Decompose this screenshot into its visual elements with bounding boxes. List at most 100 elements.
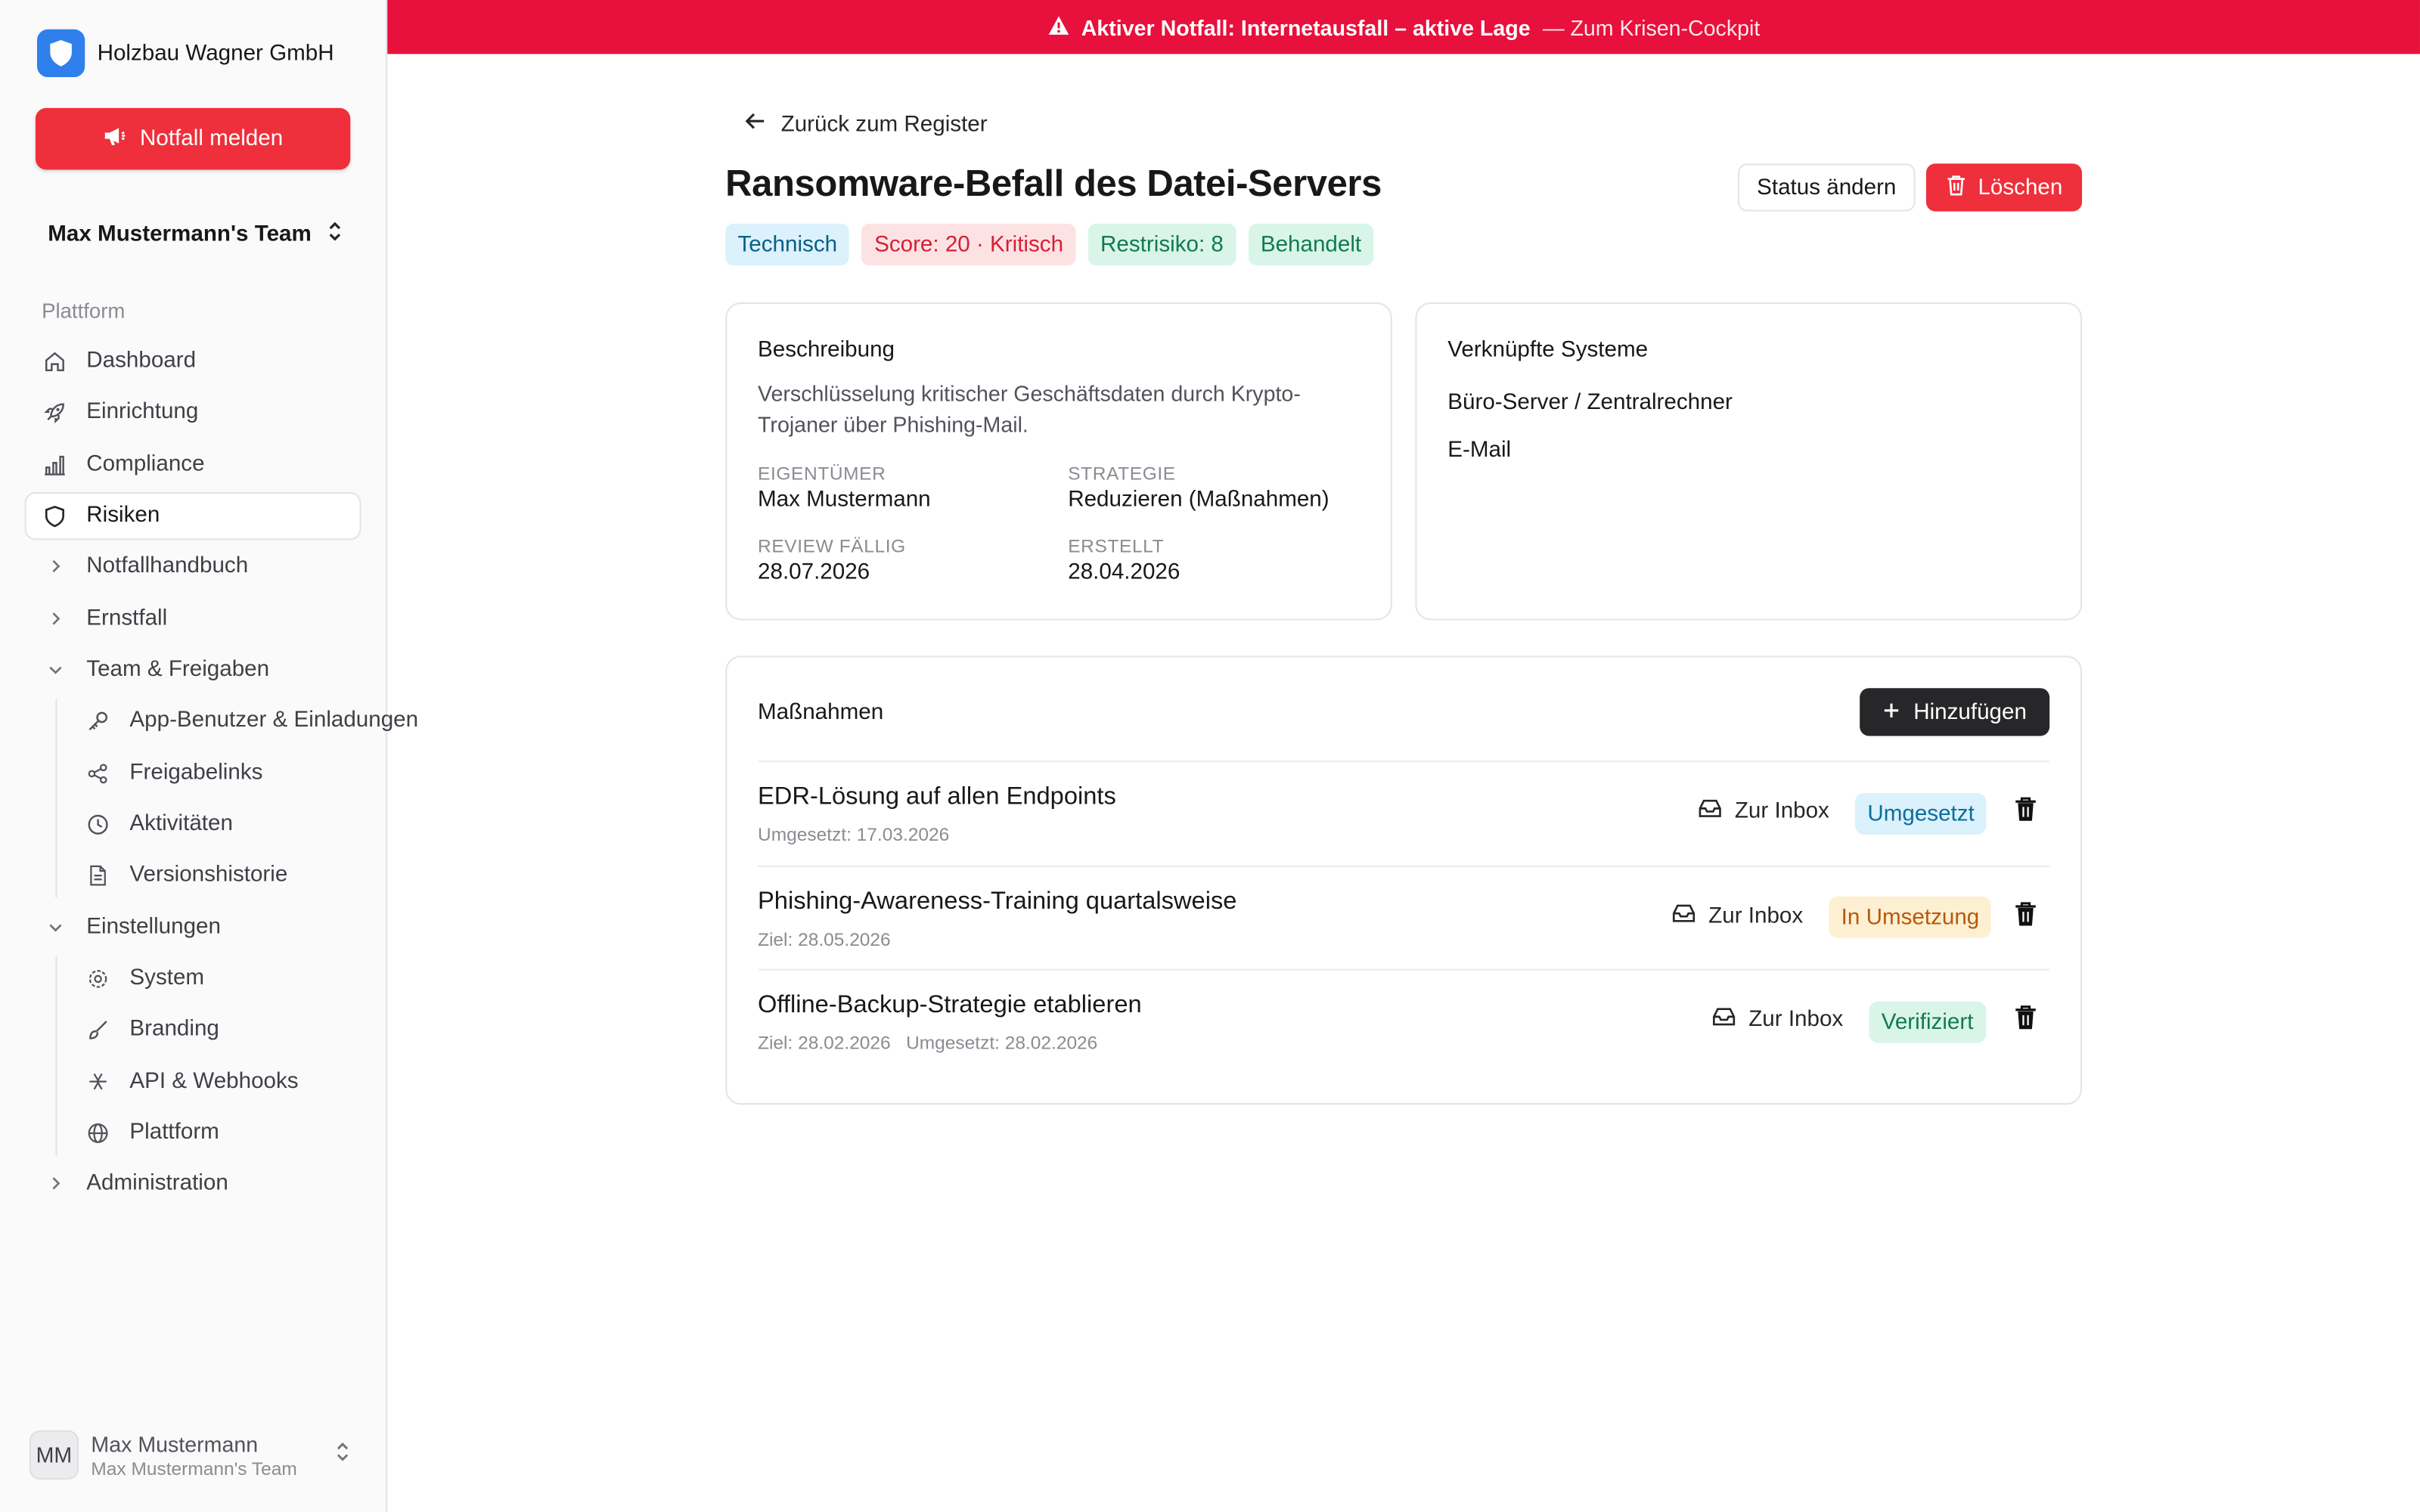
- created-value: 28.04.2026: [1068, 559, 1181, 585]
- to-inbox-label: Zur Inbox: [1734, 799, 1829, 824]
- sidebar-item-label: Einrichtung: [86, 399, 199, 425]
- sidebar-item-plattform[interactable]: Plattform: [85, 1115, 219, 1149]
- owner-label: Eigentümer: [758, 463, 886, 485]
- brush-icon: [85, 1016, 111, 1043]
- trash-icon: [2013, 1005, 2037, 1039]
- risk-badges: Technisch Score: 20 · Kritisch Restrisik…: [725, 223, 1374, 266]
- arrow-left-icon: [744, 111, 768, 138]
- sidebar-item-label: Plattform: [129, 1120, 219, 1145]
- submenu-guide-line: [55, 699, 57, 898]
- inbox-icon: [1698, 798, 1723, 826]
- sidebar-item-branding[interactable]: Branding: [85, 1012, 219, 1046]
- divider: [758, 865, 2050, 867]
- trash-icon: [1946, 174, 1966, 202]
- team-switcher[interactable]: Max Mustermann's Team: [48, 221, 342, 249]
- description-card: Beschreibung Verschlüsselung kritischer …: [725, 302, 1392, 621]
- submenu-guide-line: [55, 956, 57, 1156]
- report-emergency-label: Notfall melden: [140, 126, 284, 151]
- webhook-icon: [85, 1068, 111, 1095]
- sidebar-item-app-benutzer[interactable]: App-Benutzer & Einladungen: [85, 704, 418, 738]
- sidebar-item-api-webhooks[interactable]: API & Webhooks: [85, 1064, 299, 1098]
- user-team: Max Mustermann's Team: [91, 1457, 297, 1479]
- sidebar-item-system[interactable]: System: [85, 961, 204, 995]
- sidebar-item-label: Branding: [129, 1016, 219, 1042]
- linked-systems-title: Verknüpfte Systeme: [1447, 337, 1649, 363]
- chevron-down-icon: [42, 914, 68, 940]
- sidebar-item-administration[interactable]: Administration: [42, 1167, 228, 1201]
- clock-icon: [85, 810, 111, 837]
- plus-icon: [1882, 700, 1899, 725]
- company-name: Holzbau Wagner GmbH: [97, 41, 334, 66]
- chevrons-up-down-icon: [335, 1440, 350, 1470]
- sidebar-item-label: Einstellungen: [86, 915, 221, 940]
- sidebar-item-label: Dashboard: [86, 349, 197, 373]
- measure-title[interactable]: Offline-Backup-Strategie etablieren: [758, 992, 1142, 1020]
- delete-measure-button[interactable]: [2011, 1005, 2039, 1039]
- divider: [758, 968, 2050, 971]
- sidebar: Holzbau Wagner GmbH Notfall melden Max M…: [0, 0, 418, 1512]
- sidebar-item-ernstfall[interactable]: Ernstfall: [42, 602, 167, 636]
- linked-system-item[interactable]: Büro-Server / Zentralrechner: [1447, 390, 1733, 415]
- owner-field: Eigentümer Max Mustermann: [758, 463, 931, 512]
- back-to-register-link[interactable]: Zurück zum Register: [744, 111, 988, 138]
- add-measure-label: Hinzufügen: [1913, 699, 2027, 725]
- residual-risk-badge: Restrisiko: 8: [1087, 223, 1236, 266]
- linked-systems-card: Verknüpfte Systeme Büro-Server / Zentral…: [1415, 302, 2083, 621]
- brand[interactable]: Holzbau Wagner GmbH: [36, 29, 334, 78]
- to-inbox-button[interactable]: Zur Inbox: [1711, 1006, 1843, 1034]
- page-title: Ransomware-Befall des Datei-Servers: [725, 163, 1382, 206]
- chevron-down-icon: [42, 656, 68, 683]
- divider: [758, 761, 2050, 763]
- measures-title: Maßnahmen: [758, 700, 884, 726]
- trash-icon: [2013, 796, 2037, 830]
- sidebar-item-label: Administration: [86, 1170, 228, 1196]
- sidebar-item-dashboard[interactable]: Dashboard: [42, 344, 196, 378]
- add-measure-button[interactable]: Hinzufügen: [1860, 688, 2050, 736]
- sidebar-item-label: App-Benutzer & Einladungen: [129, 708, 419, 733]
- linked-system-item[interactable]: E-Mail: [1447, 438, 1511, 463]
- sidebar-item-notfallhandbuch[interactable]: Notfallhandbuch: [42, 550, 248, 584]
- emergency-banner[interactable]: Aktiver Notfall: Internetausfall – aktiv…: [387, 0, 2420, 54]
- sidebar-item-team-freigaben[interactable]: Team & Freigaben: [42, 652, 269, 686]
- measure-status-badge: In Umsetzung: [1829, 896, 1992, 938]
- sidebar-item-einstellungen[interactable]: Einstellungen: [42, 910, 221, 944]
- crisis-cockpit-link[interactable]: — Zum Krisen-Cockpit: [1543, 14, 1760, 39]
- team-name: Max Mustermann's Team: [48, 222, 312, 247]
- delete-measure-button[interactable]: [2011, 796, 2039, 830]
- chevron-right-icon: [42, 553, 68, 580]
- measure-status-badge: Umgesetzt: [1855, 792, 1987, 835]
- warning-icon: [1047, 14, 1069, 39]
- description-title: Beschreibung: [758, 337, 895, 363]
- measure-subtitle: Umgesetzt: 17.03.2026: [758, 823, 950, 846]
- sidebar-item-einrichtung[interactable]: Einrichtung: [42, 395, 198, 429]
- key-icon: [85, 708, 111, 734]
- review-due-value: 28.07.2026: [758, 559, 870, 585]
- delete-measure-button[interactable]: [2011, 902, 2039, 934]
- report-emergency-button[interactable]: Notfall melden: [35, 107, 351, 170]
- to-inbox-button[interactable]: Zur Inbox: [1671, 903, 1803, 931]
- to-inbox-label: Zur Inbox: [1708, 903, 1804, 929]
- chevron-right-icon: [42, 606, 68, 632]
- review-due-field: Review fällig 28.07.2026: [758, 535, 906, 584]
- delete-button[interactable]: Löschen: [1925, 163, 2083, 212]
- sidebar-item-aktivitaeten[interactable]: Aktivitäten: [85, 807, 233, 841]
- change-status-button[interactable]: Status ändern: [1737, 163, 1916, 212]
- user-menu[interactable]: MM Max Mustermann Max Mustermann's Team: [29, 1430, 350, 1480]
- sidebar-item-label: System: [129, 965, 205, 991]
- measure-status-badge: Verifiziert: [1869, 1001, 1986, 1043]
- sidebar-item-freigabelinks[interactable]: Freigabelinks: [85, 756, 262, 790]
- shield-logo-icon: [36, 29, 85, 78]
- measure-title[interactable]: Phishing-Awareness-Training quartalsweis…: [758, 889, 1236, 917]
- to-inbox-button[interactable]: Zur Inbox: [1698, 798, 1829, 826]
- measure-title[interactable]: EDR-Lösung auf allen Endpoints: [758, 784, 1116, 812]
- sidebar-item-label: Notfallhandbuch: [86, 553, 249, 579]
- bar-chart-icon: [42, 451, 68, 478]
- owner-value: Max Mustermann: [758, 487, 931, 513]
- sidebar-item-versionshistorie[interactable]: Versionshistorie: [85, 858, 287, 892]
- sidebar-item-compliance[interactable]: Compliance: [42, 448, 205, 482]
- sidebar-item-label: Freigabelinks: [129, 761, 263, 785]
- globe-icon: [85, 1120, 111, 1146]
- category-badge: Technisch: [725, 223, 850, 266]
- chevrons-up-down-icon: [327, 221, 342, 249]
- sidebar-item-risiken[interactable]: Risiken: [42, 498, 160, 532]
